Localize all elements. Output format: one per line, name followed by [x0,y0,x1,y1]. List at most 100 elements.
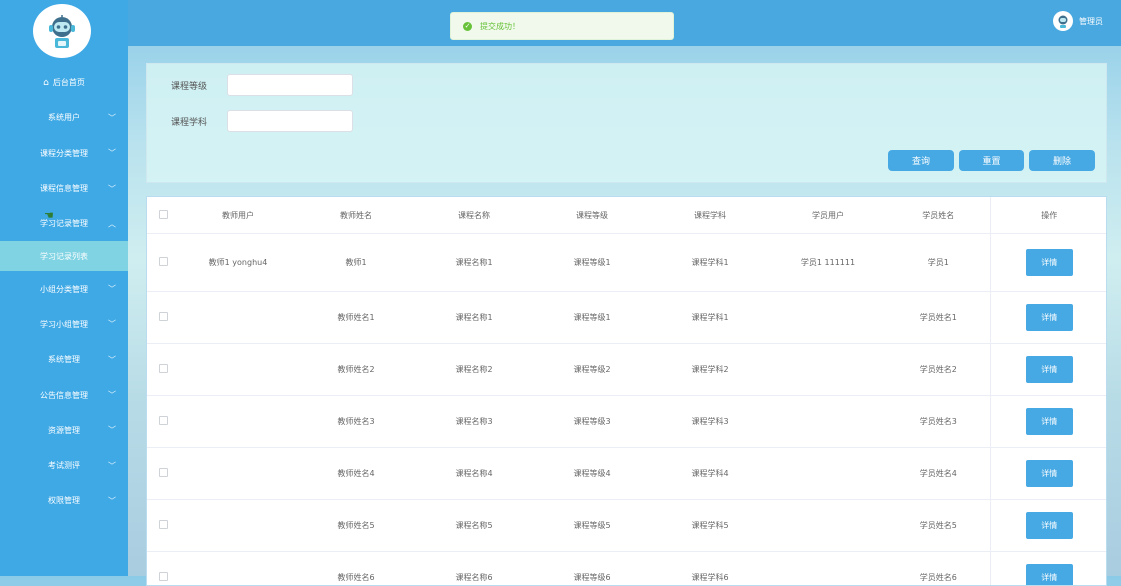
column-header: 课程学科 [651,197,769,234]
sidebar-item-label: 小组分类管理 [40,284,88,295]
sidebar-item-permissions[interactable]: 权限管理 ﹀ [0,483,128,518]
row-checkbox[interactable] [159,257,168,266]
row-checkbox[interactable] [159,572,168,581]
table-cell [769,552,887,586]
table-cell: 学员1 [887,234,990,292]
detail-button[interactable]: 详情 [1026,356,1073,383]
table-cell: 学员姓名3 [887,396,990,448]
course-level-input[interactable] [227,74,353,96]
operation-cell: 详情 [990,448,1107,500]
table-cell [179,292,297,344]
course-subject-input[interactable] [227,110,353,132]
table-cell: 学员姓名6 [887,552,990,586]
table-cell: 教师姓名2 [297,344,415,396]
sidebar-item-course-info[interactable]: 课程信息管理 ﹀ [0,171,128,206]
table-cell: 课程学科1 [651,292,769,344]
query-button[interactable]: 查询 [888,150,954,171]
table-cell: 教师1 [297,234,415,292]
row-checkbox[interactable] [159,416,168,425]
sidebar-item-group-category[interactable]: 小组分类管理 ﹀ [0,271,128,306]
sidebar-item-course-category[interactable]: 课程分类管理 ﹀ [0,136,128,171]
user-name: 管理员 [1079,16,1103,27]
detail-button[interactable]: 详情 [1026,512,1073,539]
chevron-down-icon: ﹀ [108,112,116,123]
delete-button[interactable]: 删除 [1029,150,1095,171]
table-cell: 课程学科2 [651,344,769,396]
sidebar-item-study-records[interactable]: 学习记录管理 ︿ [0,206,128,241]
table-cell: 教师1 yonghu4 [179,234,297,292]
sidebar-item-system-manage[interactable]: 系统管理 ﹀ [0,342,128,377]
sidebar-item-label: 课程信息管理 [40,183,88,194]
column-header: 学员姓名 [887,197,990,234]
operation-cell: 详情 [990,234,1107,292]
detail-button[interactable]: 详情 [1026,408,1073,435]
course-level-field: 课程等级 [171,74,353,96]
row-select-cell [147,344,179,396]
chevron-down-icon: ﹀ [108,425,116,436]
table-cell: 课程名称1 [415,292,533,344]
chevron-down-icon: ﹀ [108,183,116,194]
table-cell: 课程学科1 [651,234,769,292]
sidebar-item-exams[interactable]: 考试测评 ﹀ [0,448,128,483]
sidebar-item-study-group[interactable]: 学习小组管理 ﹀ [0,307,128,342]
table-cell: 学员1 111111 [769,234,887,292]
sidebar-item-label: 公告信息管理 [40,390,88,401]
sidebar-item-system-users[interactable]: 系统用户 ﹀ [0,100,128,135]
operation-cell: 详情 [990,552,1107,586]
table-cell [179,500,297,552]
chevron-down-icon: ﹀ [108,284,116,295]
select-all-cell [147,197,179,234]
chevron-down-icon: ﹀ [108,495,116,506]
table-row: 教师姓名1课程名称1课程等级1课程学科1学员姓名1详情 [147,292,1107,344]
course-level-label: 课程等级 [171,79,227,92]
detail-button[interactable]: 详情 [1026,249,1073,276]
table-row: 教师1 yonghu4教师1课程名称1课程等级1课程学科1学员1 111111学… [147,234,1107,292]
sidebar-item-label: 权限管理 [48,495,80,506]
table-cell: 课程名称5 [415,500,533,552]
row-checkbox[interactable] [159,520,168,529]
row-checkbox[interactable] [159,312,168,321]
row-checkbox[interactable] [159,364,168,373]
row-select-cell [147,448,179,500]
table-cell [769,396,887,448]
table-cell: 课程等级2 [533,344,651,396]
reset-button[interactable]: 重置 [959,150,1024,171]
chevron-down-icon: ﹀ [108,460,116,471]
operation-cell: 详情 [990,344,1107,396]
operation-cell: 详情 [990,396,1107,448]
course-subject-field: 课程学科 [171,110,353,132]
table-cell: 课程名称1 [415,234,533,292]
operation-cell: 详情 [990,500,1107,552]
table-cell: 课程等级1 [533,292,651,344]
table-cell: 学员姓名2 [887,344,990,396]
records-table: 教师用户 教师姓名 课程名称 课程等级 课程学科 学员用户 学员姓名 操作 教师… [146,196,1107,586]
table-cell: 课程学科6 [651,552,769,586]
user-menu[interactable]: 管理员 [1053,11,1103,31]
table-cell: 教师姓名3 [297,396,415,448]
sidebar-item-label: 资源管理 [48,425,80,436]
table-cell: 课程等级5 [533,500,651,552]
table-cell: 课程等级6 [533,552,651,586]
table-row: 教师姓名6课程名称6课程等级6课程学科6学员姓名6详情 [147,552,1107,586]
sidebar-item-announcements[interactable]: 公告信息管理 ﹀ [0,377,128,412]
sidebar-item-label: 考试测评 [48,460,80,471]
avatar [1053,11,1073,31]
sidebar-menu: ⌂ 后台首页 系统用户 ﹀ 课程分类管理 ﹀ 课程信息管理 ﹀ 学习记录管理 ︿… [0,65,128,519]
sidebar-item-home[interactable]: ⌂ 后台首页 [0,65,128,100]
table-row: 教师姓名2课程名称2课程等级2课程学科2 学员姓名2 详情 [147,344,1107,396]
detail-button[interactable]: 详情 [1026,460,1073,487]
sidebar-item-resources[interactable]: 资源管理 ﹀ [0,413,128,448]
table-cell: 课程名称2 [415,344,533,396]
chevron-down-icon: ﹀ [108,390,116,401]
detail-button[interactable]: 详情 [1026,304,1073,331]
sidebar-item-study-record-list[interactable]: 学习记录列表 [0,241,128,271]
table-row: 教师姓名3课程名称3课程等级3课程学科3学员姓名3详情 [147,396,1107,448]
detail-button[interactable]: 详情 [1026,564,1073,586]
table-cell: 教师姓名5 [297,500,415,552]
table-cell: 学员姓名4 [887,448,990,500]
column-header: 教师用户 [179,197,297,234]
operation-cell: 详情 [990,292,1107,344]
column-header: 操作 [990,197,1107,234]
select-all-checkbox[interactable] [159,210,168,219]
row-checkbox[interactable] [159,468,168,477]
